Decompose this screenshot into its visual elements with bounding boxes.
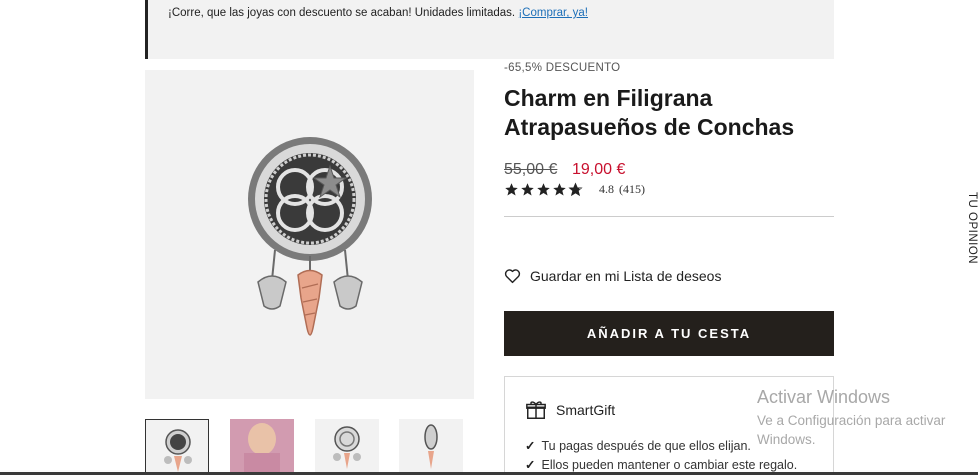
add-to-cart-button[interactable]: AÑADIR A TU CESTA <box>504 311 834 356</box>
thumbnail-4[interactable] <box>399 419 463 475</box>
thumbnail-charm-icon <box>164 429 192 472</box>
charm-illustration <box>248 137 372 336</box>
feedback-tab[interactable]: TU OPINIÓN <box>958 192 978 264</box>
smartgift-title: SmartGift <box>556 402 616 418</box>
star-icon <box>553 183 566 196</box>
star-half-icon <box>568 182 583 197</box>
sale-price: 19,00 € <box>572 161 626 178</box>
thumbnail-3[interactable] <box>315 419 379 475</box>
heart-icon <box>504 269 521 284</box>
star-rating <box>504 182 583 197</box>
review-count[interactable]: (415) <box>619 182 645 197</box>
original-price: 55,00 € <box>504 161 558 178</box>
watermark-subtitle: Ve a Configuración para activar Windows. <box>757 413 946 447</box>
gift-icon <box>526 401 546 419</box>
star-icon <box>505 183 518 196</box>
watermark-title: Activar Windows <box>757 387 891 407</box>
thumbnail-model-icon <box>230 419 294 475</box>
smartgift-benefit-text: Tu pagas después de que ellos elijan. <box>541 439 751 453</box>
thumbnail-charm-alt-icon <box>333 426 361 469</box>
thumbnail-1[interactable] <box>145 419 209 475</box>
windows-activation-watermark: Activar Windows Ve a Configuración para … <box>757 386 977 449</box>
product-title: Charm en Filigrana Atrapasueños de Conch… <box>504 85 795 140</box>
rating[interactable]: 4.8 (415) <box>504 182 645 197</box>
promo-shop-link[interactable]: ¡Comprar, ya! <box>518 7 588 19</box>
thumbnail-charm-side-icon <box>424 424 438 469</box>
product-main-image[interactable] <box>145 70 474 399</box>
star-icon <box>537 183 550 196</box>
star-icon <box>521 183 534 196</box>
promo-banner: ¡Corre, que las joyas con descuento se a… <box>145 0 834 59</box>
discount-label: -65,5% DESCUENTO <box>504 62 621 74</box>
check-icon: ✓ <box>525 439 536 453</box>
smartgift-header: SmartGift <box>525 399 615 421</box>
wishlist-label: Guardar en mi Lista de deseos <box>530 268 722 284</box>
thumbnail-2[interactable] <box>230 419 294 475</box>
wishlist-button[interactable]: Guardar en mi Lista de deseos <box>504 268 721 284</box>
promo-text: ¡Corre, que las joyas con descuento se a… <box>168 7 516 19</box>
divider <box>504 216 834 217</box>
rating-value: 4.8 <box>599 182 614 196</box>
